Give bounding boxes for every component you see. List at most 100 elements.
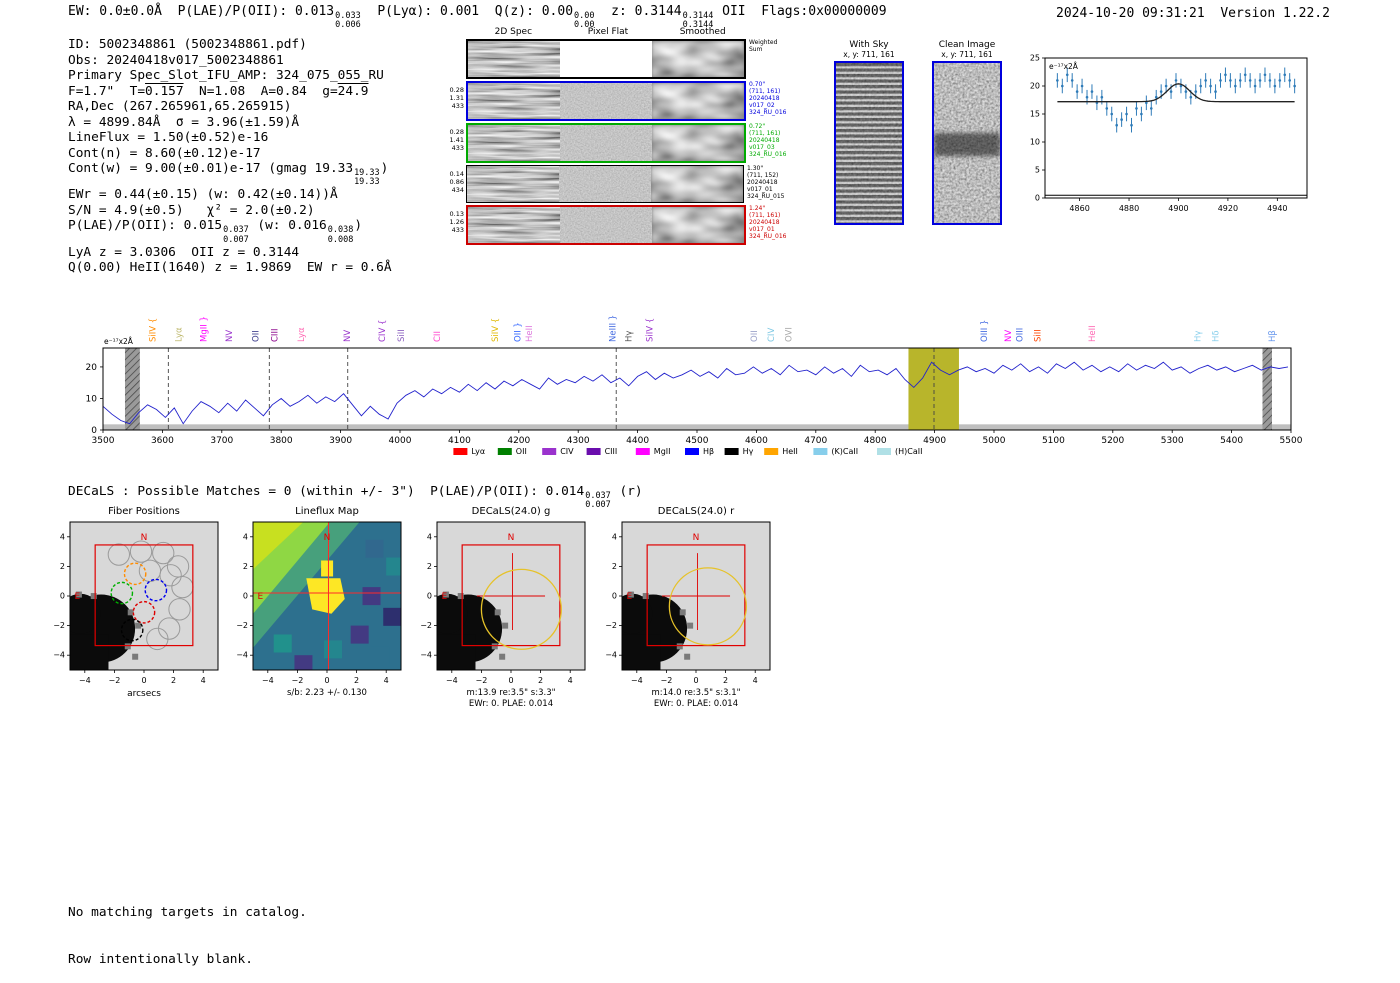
spec2d-row: 0.13 1.26 433 1.24" (711, 161) 20240418 v017_0… — [440, 205, 809, 245]
svg-text:−2: −2 — [292, 676, 304, 684]
with-sky-title: With Sky — [849, 40, 889, 50]
legend-swatch — [586, 448, 601, 455]
svg-text:0: 0 — [427, 592, 432, 601]
col-title-2dspec: 2D Spec — [494, 27, 533, 37]
cutout-title: Fiber Positions — [108, 506, 180, 517]
elixer-report-page: { "header": {"parts":[ {"t":"EW: 0.0±0.0… — [0, 0, 1400, 967]
spec2d-row-weights — [440, 39, 466, 79]
legend-swatch — [877, 448, 891, 455]
with-sky-coords: x, y: 711, 161 — [843, 50, 895, 59]
hatched-band — [1262, 348, 1272, 430]
compass-east-label: E — [75, 592, 81, 602]
cutout-caption: s/b: 2.23 +/- 0.130 — [287, 688, 367, 698]
line-annotation: OIII } — [980, 320, 990, 342]
svg-text:2: 2 — [538, 676, 543, 684]
svg-text:5: 5 — [1035, 166, 1040, 175]
svg-text:4200: 4200 — [507, 436, 530, 446]
legend-label: HeII — [782, 447, 798, 456]
legend-swatch — [542, 448, 557, 455]
svg-text:3800: 3800 — [270, 436, 293, 446]
svg-text:−4: −4 — [446, 676, 458, 684]
info-line: ID: 5002348861 (5002348861.pdf) — [68, 37, 307, 52]
info-line: S/N = 4.9(±0.5) χ² = 2.0(±0.2) — [68, 202, 315, 218]
zoom-flux-units-label: e⁻¹⁷x2Å — [1049, 62, 1079, 71]
cutout-panel-decals_g: DECaLS(24.0) g N E −4 −4 −2 −2 0 0 2 2 4 4 m:13.9 re:… — [407, 506, 589, 711]
svg-text:−2: −2 — [236, 621, 248, 630]
svg-text:4860: 4860 — [1069, 204, 1089, 213]
legend-label: CIII — [605, 447, 618, 456]
line-annotation: SiIV { — [148, 318, 158, 342]
svg-text:4300: 4300 — [567, 436, 590, 446]
svg-text:4500: 4500 — [686, 436, 709, 446]
legend-label: Lyα — [471, 447, 485, 456]
compass-north-label: N — [141, 533, 148, 543]
svg-text:2: 2 — [60, 562, 65, 571]
line-annotation: NV — [225, 330, 235, 342]
stripes-cell — [468, 125, 560, 161]
decals_g-plot: N E −4 −4 −2 −2 0 0 2 2 4 4 — [420, 521, 586, 685]
line-annotation: SiIV { — [646, 318, 656, 342]
spec2d-row-images — [466, 165, 744, 203]
stripes-cell — [468, 207, 560, 243]
blobs-cell — [652, 83, 744, 119]
svg-text:0: 0 — [141, 676, 146, 684]
blobs-cell — [652, 207, 744, 243]
line-annotation: Hβ — [1268, 330, 1278, 342]
spec2d-column-titles: 2D Spec Pixel Flat Smoothed — [466, 27, 750, 37]
svg-text:5500: 5500 — [1280, 436, 1303, 446]
svg-text:4: 4 — [243, 532, 248, 541]
pixel-flat-blank-cell — [560, 41, 652, 77]
svg-text:3900: 3900 — [329, 436, 352, 446]
clean-image-title: Clean Image — [938, 40, 996, 50]
line-annotation: Hγ — [625, 331, 635, 342]
spec2d-row-annotation: 1.30" (711, 152) 20240418 v017_01 324_RU_015 — [747, 165, 785, 201]
svg-text:5300: 5300 — [1161, 436, 1184, 446]
spec2d-row-annotation: 1.24" (711, 161) 20240418 v017_01 324_RU_016 — [749, 205, 787, 241]
svg-text:3600: 3600 — [151, 436, 174, 446]
svg-text:−2: −2 — [420, 621, 432, 630]
compass-north-label: N — [693, 533, 700, 543]
svg-text:4700: 4700 — [804, 436, 827, 446]
flat-cell — [560, 125, 652, 161]
svg-text:2: 2 — [427, 562, 432, 571]
stacked-uncertainty: 0.038 0.008 — [327, 225, 354, 245]
svg-text:2: 2 — [612, 562, 617, 571]
line-annotation: CIII — [271, 329, 281, 342]
line-annotation: CIV { — [378, 320, 388, 342]
compass-east-label: E — [442, 592, 448, 602]
legend-swatch — [764, 448, 779, 455]
svg-text:0: 0 — [324, 676, 329, 684]
line-annotation: HeII — [1088, 325, 1098, 342]
col-title-pixelflat: Pixel Flat — [587, 27, 629, 37]
cutout-panel-fiber: Fiber Positions N E −4 −4 −2 −2 0 0 2 2 4 4 arcsecs — [40, 506, 222, 700]
legend-label: Hγ — [743, 447, 754, 456]
cutout-panel-lineflux: Lineflux Map N E −4 −4 −2 −2 0 0 2 2 4 4 s/b: 2.23 +/… — [223, 506, 405, 699]
svg-text:−4: −4 — [236, 651, 248, 660]
clean-image-image — [932, 61, 1002, 225]
legend-swatch — [635, 448, 650, 455]
detection-highlight-band — [908, 348, 959, 430]
info-line: Primary Spec_Slot_IFU_AMP: 324_075_055_R… — [68, 68, 384, 83]
legend-swatch — [813, 448, 828, 455]
svg-text:4800: 4800 — [864, 436, 887, 446]
line-annotation: HeII — [525, 325, 535, 342]
stripes-cell — [467, 166, 559, 202]
svg-text:−2: −2 — [605, 621, 617, 630]
stripes-cell — [468, 83, 560, 119]
svg-text:2: 2 — [171, 676, 176, 684]
line-annotation: OIII — [1016, 328, 1026, 342]
blobs-cell — [652, 41, 744, 77]
legend-label: CIV — [560, 447, 574, 456]
line-annotation: OVI — [784, 327, 794, 342]
svg-text:0: 0 — [243, 592, 248, 601]
clean-image-panel: Clean Image x, y: 711, 161 — [922, 40, 1012, 225]
line-annotation: NV — [1004, 330, 1014, 342]
footer-line-1: No matching targets in catalog. — [68, 905, 307, 920]
cutout-title: DECaLS(24.0) g — [471, 506, 551, 517]
svg-text:−2: −2 — [53, 621, 65, 630]
line-annotation: NeIII } — [609, 315, 619, 342]
legend-swatch — [453, 448, 468, 455]
svg-text:4: 4 — [60, 532, 65, 541]
svg-text:4400: 4400 — [626, 436, 649, 446]
svg-text:5200: 5200 — [1101, 436, 1124, 446]
